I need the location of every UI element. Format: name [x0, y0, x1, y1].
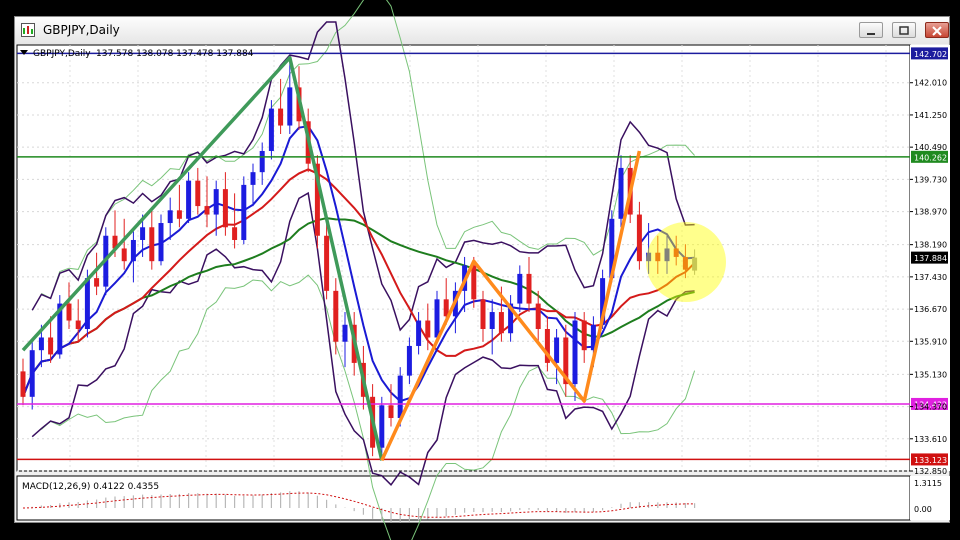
candle-body	[342, 324, 348, 342]
candle-body	[287, 87, 293, 126]
candle-body	[204, 206, 210, 215]
candle-body	[425, 320, 431, 338]
candle-body	[434, 299, 440, 338]
candle-body	[498, 312, 504, 334]
candle-body	[535, 303, 541, 329]
candle-body	[38, 337, 44, 351]
candle-body	[158, 223, 164, 262]
candle-body	[241, 184, 247, 240]
candle-body	[572, 320, 578, 385]
candle-body	[232, 227, 238, 240]
candle-body	[618, 167, 624, 219]
bull-candle	[241, 176, 247, 245]
candle-body	[167, 210, 173, 224]
candle-body	[278, 108, 284, 126]
price-tick-label: 139.730	[914, 175, 947, 184]
candle-body	[397, 375, 403, 419]
price-tick-label: 138.190	[914, 241, 947, 250]
candle-body	[324, 235, 330, 291]
candle-body	[20, 371, 26, 397]
candle-body	[29, 350, 35, 397]
candle-body	[268, 108, 274, 151]
price-tick-label: 142.010	[914, 79, 947, 88]
candle-body	[480, 299, 486, 329]
price-tick-label: 141.250	[914, 111, 947, 120]
price-tick-label: 132.850	[914, 467, 947, 476]
candle-body	[517, 273, 523, 304]
candle-body	[195, 180, 201, 207]
candle-body	[186, 180, 192, 219]
candle-body	[75, 320, 81, 329]
bull-candle	[268, 100, 274, 160]
price-tick-label: 140.490	[914, 143, 947, 152]
macd-label: MACD(12,26,9) 0.4122 0.4355	[22, 482, 159, 492]
candle-body	[94, 278, 100, 287]
candle-body	[489, 312, 495, 329]
current-price-label: 137.884	[914, 254, 947, 263]
candle-body	[406, 345, 412, 376]
price-tick-label: 138.970	[914, 208, 947, 217]
candle-body	[130, 239, 136, 262]
price-tick-label: 134.370	[914, 403, 947, 412]
candle-body	[636, 214, 642, 262]
candle-body	[176, 210, 182, 219]
level-label: 142.702	[914, 50, 947, 59]
price-chart[interactable]: 142.702140.262134.432133.123142.010141.2…	[0, 0, 960, 540]
candle-body	[471, 265, 477, 300]
candle-body	[84, 278, 90, 329]
candle-body	[66, 303, 72, 321]
candle-body	[222, 189, 228, 228]
price-tick-label: 137.430	[914, 273, 947, 282]
chart-symbol-label: GBPJPY,Daily	[33, 49, 91, 59]
level-label: 140.262	[914, 153, 947, 162]
candle-body	[379, 405, 385, 448]
price-tick-label: 136.670	[914, 305, 947, 314]
candle-body	[140, 227, 146, 240]
candle-body	[581, 320, 587, 351]
candle-body	[388, 405, 394, 419]
price-tick-label: 133.610	[914, 435, 947, 444]
candle-body	[259, 150, 265, 173]
macd-tick-label: 0.00	[914, 505, 932, 514]
candle-body	[250, 172, 256, 185]
candle-body	[149, 227, 155, 262]
candle-body	[213, 189, 219, 215]
candle-body	[526, 273, 532, 304]
level-label: 133.123	[914, 456, 947, 465]
price-tick-label: 135.910	[914, 337, 947, 346]
highlight-circle	[646, 222, 726, 302]
candle-body	[554, 337, 560, 363]
macd-tick-label: 1.3115	[914, 479, 942, 488]
candle-body	[416, 320, 422, 346]
bull-candle	[57, 295, 63, 359]
candle-body	[333, 290, 339, 342]
price-tick-label: 135.130	[914, 370, 947, 379]
candle-body	[48, 337, 54, 355]
ohlc-values: 137.578 138.078 137.478 137.884	[96, 49, 254, 59]
candle-body	[121, 248, 127, 262]
